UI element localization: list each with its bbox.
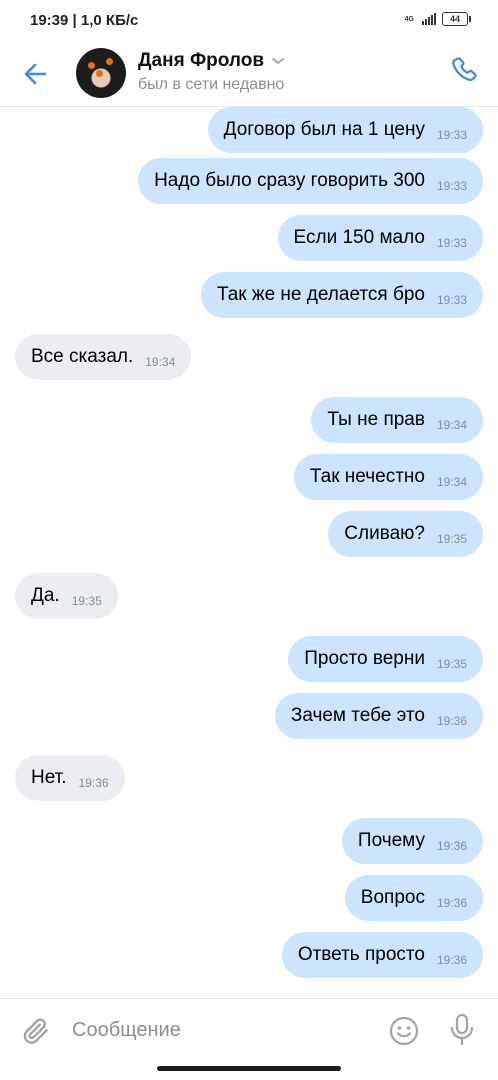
message-time: 19:36 <box>436 953 467 967</box>
message-text: Так же не делается бро <box>216 284 425 305</box>
chat-header: Даня Фролов был в сети недавно <box>0 40 498 107</box>
message-text: Вопрос <box>360 887 425 908</box>
home-indicator[interactable] <box>157 1066 341 1071</box>
message-time: 19:35 <box>71 594 102 608</box>
message-input[interactable] <box>72 1013 362 1047</box>
contact-status: был в сети недавно <box>138 76 285 93</box>
message-text: Просто верни <box>304 648 425 669</box>
message-time: 19:33 <box>436 179 467 193</box>
message-outgoing[interactable]: Надо было сразу говорить 300 19:33 <box>138 158 483 204</box>
message-outgoing[interactable]: Так нечестно 19:34 <box>293 454 483 500</box>
emoji-button[interactable] <box>387 1014 421 1048</box>
message-outgoing[interactable]: Ответь просто 19:36 <box>281 932 483 978</box>
message-time: 19:35 <box>436 657 467 671</box>
message-outgoing[interactable]: Ты не прав 19:34 <box>311 397 483 443</box>
message-time: 19:34 <box>436 475 467 489</box>
message-list[interactable]: Договор был на 1 цену 19:33 Надо было ср… <box>0 107 498 997</box>
microphone-icon <box>450 1013 474 1046</box>
message-time: 19:36 <box>436 714 467 728</box>
message-text: Почему <box>357 830 425 851</box>
message-outgoing[interactable]: Если 150 мало 19:33 <box>277 215 483 261</box>
status-bar: 19:39 | 1,0 КБ/с 4G 44 <box>0 0 498 40</box>
message-incoming[interactable]: Нет. 19:36 <box>15 755 125 801</box>
message-outgoing[interactable]: Договор был на 1 цену 19:33 <box>207 107 483 153</box>
chevron-down-icon[interactable] <box>270 53 286 69</box>
attach-button[interactable] <box>20 1015 52 1047</box>
message-text: Если 150 мало <box>293 227 425 248</box>
message-incoming[interactable]: Все сказал. 19:34 <box>15 334 192 380</box>
message-time: 19:34 <box>145 355 176 369</box>
message-text: Надо было сразу говорить 300 <box>154 170 425 191</box>
message-text: Нет. <box>31 767 67 788</box>
message-time: 19:36 <box>436 839 467 853</box>
smile-icon <box>389 1016 419 1046</box>
message-outgoing[interactable]: Почему 19:36 <box>341 818 483 864</box>
signal-icon <box>422 13 436 25</box>
message-outgoing[interactable]: Вопрос 19:36 <box>344 875 483 921</box>
message-time: 19:36 <box>436 896 467 910</box>
phone-icon <box>452 57 477 82</box>
message-outgoing[interactable]: Просто верни 19:35 <box>288 636 483 682</box>
message-text: Так нечестно <box>309 466 425 487</box>
message-text: Ты не прав <box>327 409 425 430</box>
message-text: Ответь просто <box>297 944 425 965</box>
message-time: 19:33 <box>436 293 467 307</box>
message-time: 19:33 <box>436 236 467 250</box>
call-button[interactable] <box>448 54 482 88</box>
message-composer <box>0 998 498 1061</box>
avatar[interactable] <box>76 48 126 98</box>
voice-message-button[interactable] <box>448 1012 476 1048</box>
back-button[interactable] <box>18 56 54 92</box>
message-text: Все сказал. <box>31 346 134 367</box>
message-text: Зачем тебе это <box>290 705 425 726</box>
message-text: Да. <box>31 585 60 606</box>
message-outgoing[interactable]: Так же не делается бро 19:33 <box>200 272 483 318</box>
message-time: 19:33 <box>436 128 467 142</box>
message-text: Договор был на 1 цену <box>223 119 425 140</box>
message-incoming[interactable]: Да. 19:35 <box>15 573 118 619</box>
message-text: Сливаю? <box>344 523 425 544</box>
message-time: 19:34 <box>436 418 467 432</box>
paperclip-icon <box>23 1018 48 1044</box>
message-outgoing[interactable]: Зачем тебе это 19:36 <box>274 693 483 739</box>
contact-name[interactable]: Даня Фролов <box>138 50 264 72</box>
status-time: 19:39 | 1,0 КБ/с <box>30 12 139 29</box>
message-time: 19:36 <box>78 776 109 790</box>
battery-icon: 44 <box>442 12 471 26</box>
message-time: 19:35 <box>436 532 467 546</box>
arrow-left-icon <box>24 63 47 85</box>
status-icons: 4G 44 <box>404 12 471 26</box>
network-type: 4G <box>404 15 414 23</box>
message-outgoing[interactable]: Сливаю? 19:35 <box>328 511 483 557</box>
